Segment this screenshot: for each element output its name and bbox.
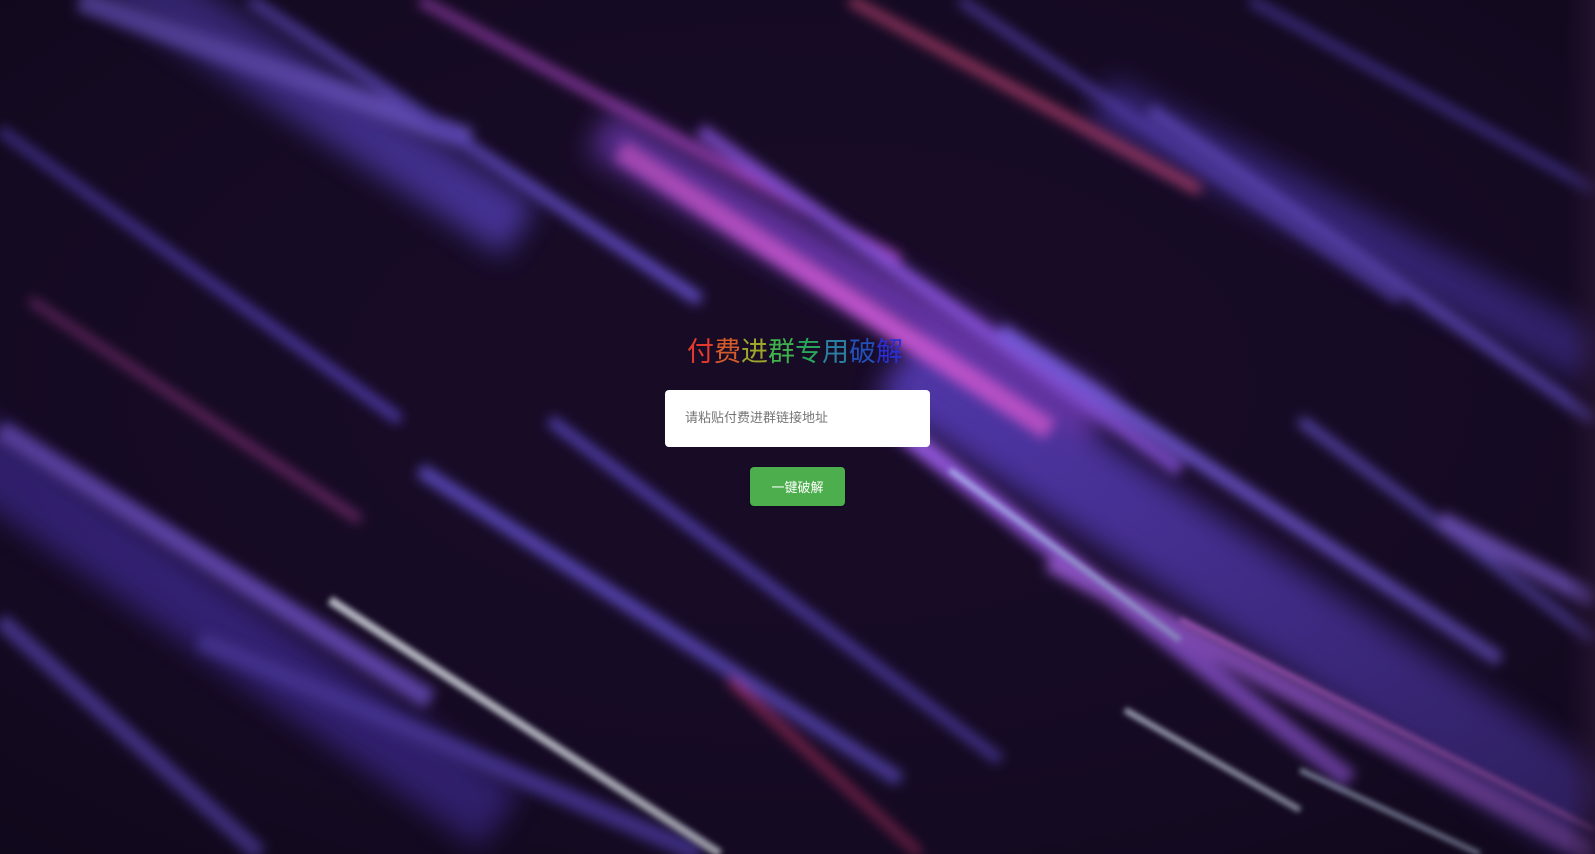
title-char: 专 [795, 337, 822, 368]
title-char: 费 [714, 337, 741, 368]
crack-button[interactable]: 一键破解 [750, 467, 845, 506]
title-char: 付 [687, 337, 714, 368]
title-char: 用 [822, 337, 849, 368]
page-title: 付费进群专用破解 [687, 334, 903, 372]
page: 付费进群专用破解 一键破解 [0, 0, 1595, 854]
title-char: 破 [849, 337, 876, 368]
title-char: 群 [768, 337, 795, 368]
title-char: 解 [876, 337, 903, 368]
title-char: 进 [741, 337, 768, 368]
link-input[interactable] [665, 390, 930, 447]
crack-form-container: 付费进群专用破解 一键破解 [0, 0, 1595, 854]
